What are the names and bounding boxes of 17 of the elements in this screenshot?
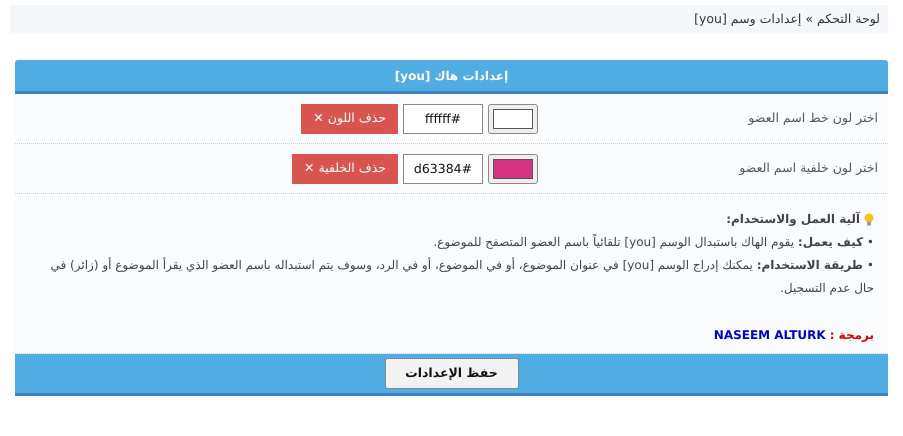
delete-button[interactable]: حذف اللون ✕ [301, 104, 398, 134]
info-text: • طريقة الاستخدام: يمكنك إدراج الوسم [you] في عنوان الموضوع، أو في الموضوع، أو في الرد، وسوف يتم استبداله باسم العضو الذي يقرأ الموضوع أو (زائر) في حال عدم التسجيل. [50, 256, 874, 297]
color-input-field[interactable]: d63384# [403, 154, 483, 184]
author-name: NASEEM ALTURK [714, 327, 826, 344]
lightbulb-icon [864, 213, 874, 226]
field-label: اختر لون خط اسم العضو [746, 109, 878, 128]
color-picker-button[interactable] [488, 104, 538, 134]
info-title: آلية العمل والاستخدام: [726, 210, 860, 228]
delete-button[interactable]: حذف الخلفية ✕ [292, 154, 398, 184]
info-text: • كيف يعمل: يقوم الهاك باستبدال الوسم [you] تلقائياً باسم العضو المتصفح للموضوع. [432, 232, 874, 251]
save-button[interactable]: حفظ الإعدادات [384, 358, 518, 389]
color-input-field[interactable]: ffffff# [403, 104, 483, 134]
color-picker-button[interactable] [488, 154, 538, 184]
field-label: اختر لون خلفية اسم العضو [738, 159, 878, 178]
breadcrumb-text: لوحة التحكم » إعدادات وسم [you] [694, 10, 880, 28]
panel-header: إعدادات هاك [you] [15, 60, 888, 94]
credit-label: برمجة : [830, 327, 874, 344]
